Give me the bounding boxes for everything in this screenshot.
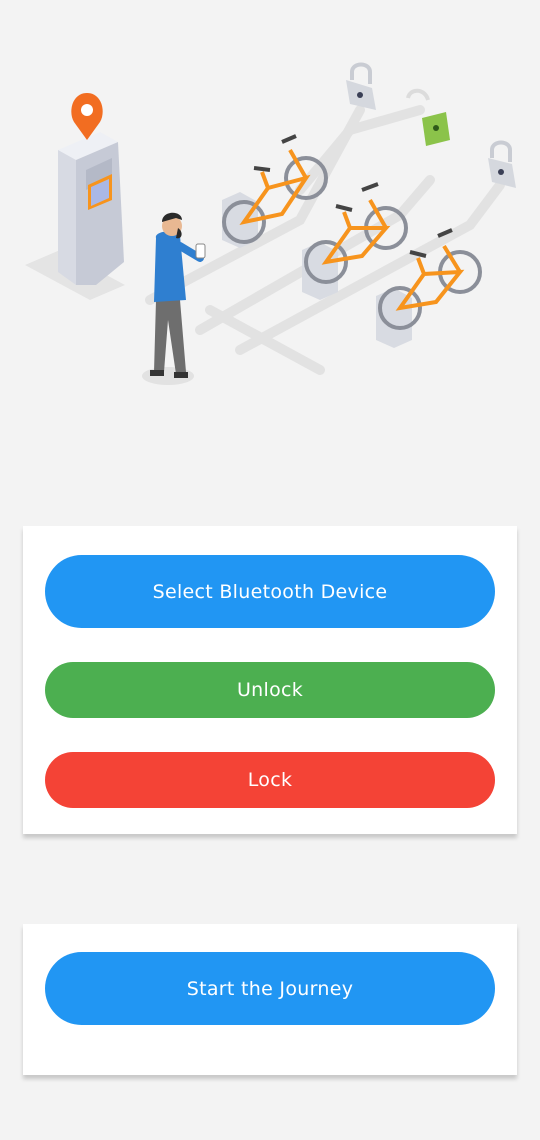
hero-illustration [0,0,540,470]
padlock-unlocked-icon [406,88,450,146]
ticket-kiosk [58,132,124,285]
select-bluetooth-device-button[interactable]: Select Bluetooth Device [45,555,495,628]
padlock-locked-icon [346,62,376,110]
unlock-button[interactable]: Unlock [45,662,495,718]
journey-card: Start the Journey [23,924,517,1075]
lock-button[interactable]: Lock [45,752,495,808]
bike-station-illustration [25,62,516,385]
ground-paths [145,105,505,375]
bluetooth-controls-card: Select Bluetooth Device Unlock Lock [23,526,517,834]
smartphone-icon [195,243,206,259]
start-journey-button[interactable]: Start the Journey [45,952,495,1025]
padlock-locked-icon [488,140,516,188]
